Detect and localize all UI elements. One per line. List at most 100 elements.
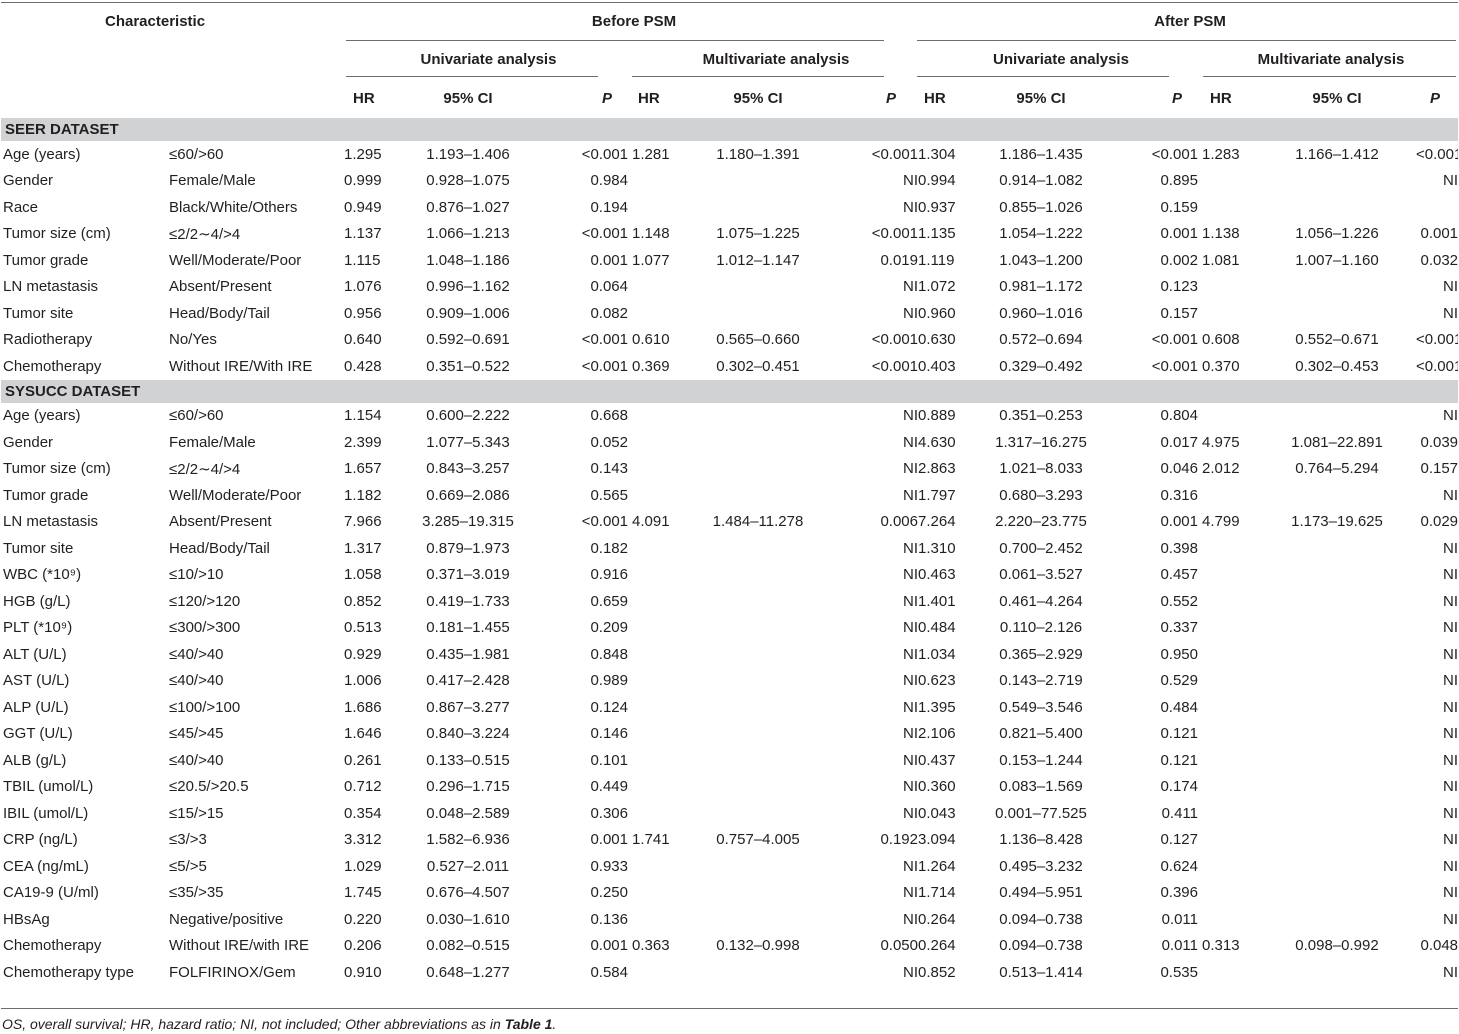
cell-ci-before-uni: 0.417–2.428 [426,672,510,690]
cell-p-before-uni: 0.565 [590,486,628,504]
cell-hr-before-uni: 1.058 [344,566,382,584]
cell-p-before-uni: 0.136 [590,910,628,928]
table-row: CRP (ng/L) ≤3/>3 3.312 1.582–6.936 0.001 1.74… [1,827,1458,854]
cell-characteristic: CA19-9 (U/ml) [3,884,99,902]
cell-ci-before-multi: 1.180–1.391 [716,145,800,163]
cell-p-after-multi [1416,194,1458,221]
cell-ci-after-multi [1258,694,1416,721]
cell-p-after-multi: NI [1443,278,1459,296]
cell-ci-after-multi [1258,906,1416,933]
cell-hr-after-multi: 0.608 [1202,331,1240,349]
cell-hr-after-uni: 1.395 [918,698,956,716]
cell-ci-after-multi: 1.007–1.160 [1295,251,1379,269]
cell-category: ≤40/>40 [169,645,224,663]
cell-p-after-multi: <0.001 [1416,357,1459,375]
cell-hr-before-uni: 1.745 [344,884,382,902]
cell-ci-before-multi: 0.302–0.451 [716,357,800,375]
cell-characteristic: ALP (U/L) [3,698,69,716]
cell-ci-after-multi [1258,535,1416,562]
cell-hr-after-uni: 0.264 [918,937,956,955]
cell-ci-before-multi [684,429,832,456]
cell-hr-before-uni: 0.220 [344,910,382,928]
table-row: LN metastasis Absent/Present 1.076 0.996–1.… [1,274,1458,301]
cell-hr-before-multi: 1.281 [632,145,670,163]
cell-ci-after-uni: 0.001–77.525 [995,804,1087,822]
cell-characteristic: LN metastasis [3,278,99,296]
cell-hr-after-uni: 0.630 [918,331,956,349]
cell-ci-before-multi [684,615,832,642]
cell-ci-before-multi: 1.075–1.225 [716,225,800,243]
cell-hr-before-uni: 1.115 [344,251,381,269]
cell-hr-before-uni: 0.910 [344,963,382,981]
ci-header: 95% CI [1016,89,1066,107]
cell-p-before-multi: NI [903,592,918,610]
cell-hr-before-multi [632,194,684,221]
p-header: P [1171,89,1182,107]
cell-characteristic: Age (years) [3,407,81,425]
cell-p-before-multi: NI [903,645,918,663]
cell-category: Absent/Present [169,278,272,296]
cell-p-after-multi: <0.001 [1416,145,1459,163]
cell-category: ≤40/>40 [169,672,224,690]
table-row: ALT (U/L) ≤40/>40 0.929 0.435–1.981 0.848 NI 1… [1,641,1458,668]
cell-p-before-uni: 0.082 [590,304,628,322]
cell-category: ≤45/>45 [169,725,224,743]
cell-hr-after-multi [1202,774,1258,801]
cell-characteristic: Tumor site [3,304,74,322]
cell-p-before-uni: 0.989 [590,672,628,690]
cell-p-after-uni: 0.121 [1160,751,1198,769]
cell-p-before-uni: 0.064 [590,278,628,296]
cell-hr-before-uni: 2.399 [344,433,382,451]
cell-hr-after-multi: 1.138 [1202,225,1240,243]
cell-p-before-uni: 0.052 [590,433,628,451]
cell-hr-before-uni: 0.999 [344,172,382,190]
cell-p-after-uni: 0.535 [1160,963,1198,981]
cell-p-after-uni: 0.950 [1160,645,1198,663]
cell-hr-after-multi [1202,194,1258,221]
cell-p-before-multi: NI [903,751,918,769]
cell-p-before-multi: NI [903,460,918,478]
cell-p-before-uni: <0.001 [581,357,628,375]
cell-hr-before-uni: 3.312 [344,831,382,849]
cell-hr-before-multi [632,694,684,721]
cell-p-before-multi: 0.006 [880,513,918,531]
cell-hr-after-multi [1202,694,1258,721]
cell-hr-before-uni: 1.137 [344,225,382,243]
table-row: Race Black/White/Others 0.949 0.876–1.027 0.… [1,194,1458,221]
cell-hr-after-multi [1202,535,1258,562]
cell-hr-before-uni: 1.154 [344,407,382,425]
cell-p-before-uni: 0.659 [590,592,628,610]
cell-ci-before-multi [684,747,832,774]
cell-characteristic: Chemotherapy [3,357,102,375]
after-multivariate-header: Multivariate analysis [1257,50,1405,68]
section-header: SEER DATASET [1,118,1459,141]
cell-hr-after-uni: 1.310 [918,539,956,557]
cell-ci-after-multi: 0.302–0.453 [1295,357,1379,375]
cell-hr-after-multi: 0.313 [1202,937,1240,955]
cell-hr-before-multi [632,615,684,642]
cell-p-before-multi: 0.192 [880,831,918,849]
cell-p-before-uni: 0.182 [590,539,628,557]
cell-hr-after-uni: 0.852 [918,963,956,981]
cell-ci-before-uni: 0.843–3.257 [426,460,510,478]
table-row: Chemotherapy type FOLFIRINOX/Gem 0.910 0.64… [1,959,1458,986]
cell-ci-before-multi: 0.757–4.005 [716,831,800,849]
cell-p-before-multi: <0.001 [871,225,918,243]
before-univariate-header: Univariate analysis [420,50,557,68]
cell-characteristic: HBsAg [3,910,50,928]
cell-p-before-uni: 0.449 [590,778,628,796]
cell-p-after-multi: NI [1443,778,1459,796]
cell-characteristic: Race [3,198,39,216]
cell-p-before-uni: <0.001 [581,145,628,163]
table-row: Chemotherapy Without IRE/With IRE 0.428 0.3… [1,353,1458,380]
cell-p-before-uni: 0.101 [590,751,628,769]
cell-hr-after-multi [1202,641,1258,668]
cell-hr-after-multi [1202,853,1258,880]
cell-p-after-uni: 0.046 [1160,460,1198,478]
cell-hr-after-uni: 1.135 [918,225,956,243]
cell-p-after-multi: 0.032 [1420,251,1459,269]
cell-hr-after-multi [1202,168,1258,195]
cell-characteristic: Radiotherapy [3,331,93,349]
cell-characteristic: CRP (ng/L) [3,831,78,849]
cell-hr-after-uni: 0.889 [918,407,956,425]
